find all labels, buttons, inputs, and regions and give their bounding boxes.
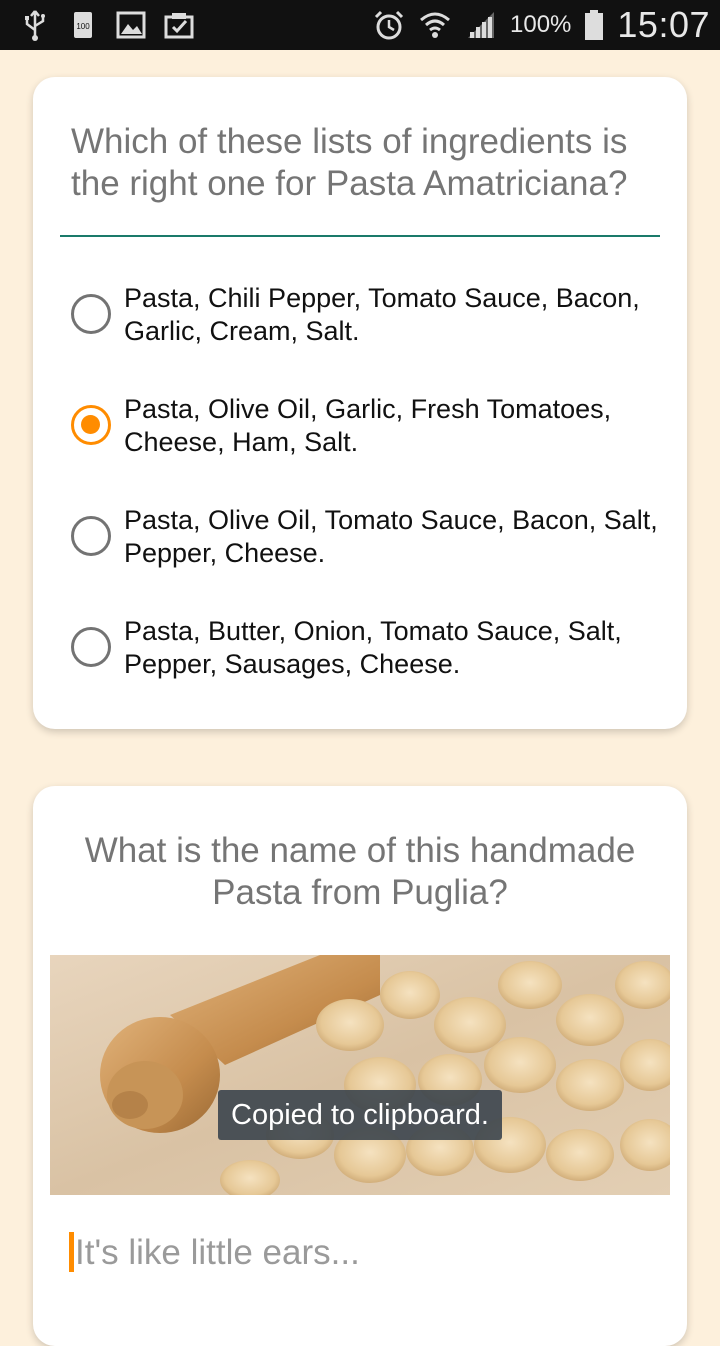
toast-message: Copied to clipboard.	[218, 1090, 502, 1140]
svg-text:100: 100	[76, 22, 90, 31]
option-label[interactable]: Pasta, Olive Oil, Tomato Sauce, Bacon, S…	[124, 504, 667, 570]
question-1-text: Which of these lists of ingredients is t…	[71, 122, 628, 203]
status-bar: 100 100% 15:07	[0, 0, 720, 50]
radio-button-selected[interactable]	[71, 405, 111, 445]
battery-100-icon: 100	[74, 12, 92, 38]
option-4[interactable]: Pasta, Butter, Onion, Tomato Sauce, Salt…	[71, 615, 667, 695]
clipboard-check-icon	[164, 13, 194, 39]
option-label[interactable]: Pasta, Chili Pepper, Tomato Sauce, Bacon…	[124, 282, 667, 348]
question-card-2: What is the name of this handmade Pasta …	[33, 786, 687, 1346]
radio-button[interactable]	[71, 627, 111, 667]
battery-icon	[585, 10, 604, 40]
question-2-text: What is the name of this handmade Pasta …	[84, 831, 636, 912]
option-label[interactable]: Pasta, Olive Oil, Garlic, Fresh Tomatoes…	[124, 393, 667, 459]
text-cursor	[69, 1231, 74, 1272]
status-bar-left-icons: 100	[18, 8, 196, 42]
status-bar-right: 100% 15:07	[372, 4, 710, 45]
alarm-icon	[374, 10, 404, 40]
radio-button[interactable]	[71, 516, 111, 556]
usb-icon	[25, 10, 45, 41]
question-card-1: Which of these lists of ingredients is t…	[33, 77, 687, 729]
option-1[interactable]: Pasta, Chili Pepper, Tomato Sauce, Bacon…	[71, 282, 667, 362]
radio-button[interactable]	[71, 294, 111, 334]
radio-dot	[81, 415, 100, 434]
question-divider	[60, 235, 660, 237]
option-label[interactable]: Pasta, Butter, Onion, Tomato Sauce, Salt…	[124, 615, 667, 681]
answer-placeholder: It's like little ears...	[75, 1233, 360, 1272]
battery-percent: 100%	[510, 11, 572, 38]
image-icon	[116, 11, 146, 39]
option-2[interactable]: Pasta, Olive Oil, Garlic, Fresh Tomatoes…	[71, 393, 667, 473]
signal-icon	[468, 12, 495, 38]
answer-input[interactable]: It's like little ears...	[69, 1231, 360, 1275]
wifi-icon	[420, 12, 450, 38]
option-3[interactable]: Pasta, Olive Oil, Tomato Sauce, Bacon, S…	[71, 504, 667, 584]
clock: 15:07	[617, 4, 710, 45]
pasta-photo	[50, 955, 670, 1195]
